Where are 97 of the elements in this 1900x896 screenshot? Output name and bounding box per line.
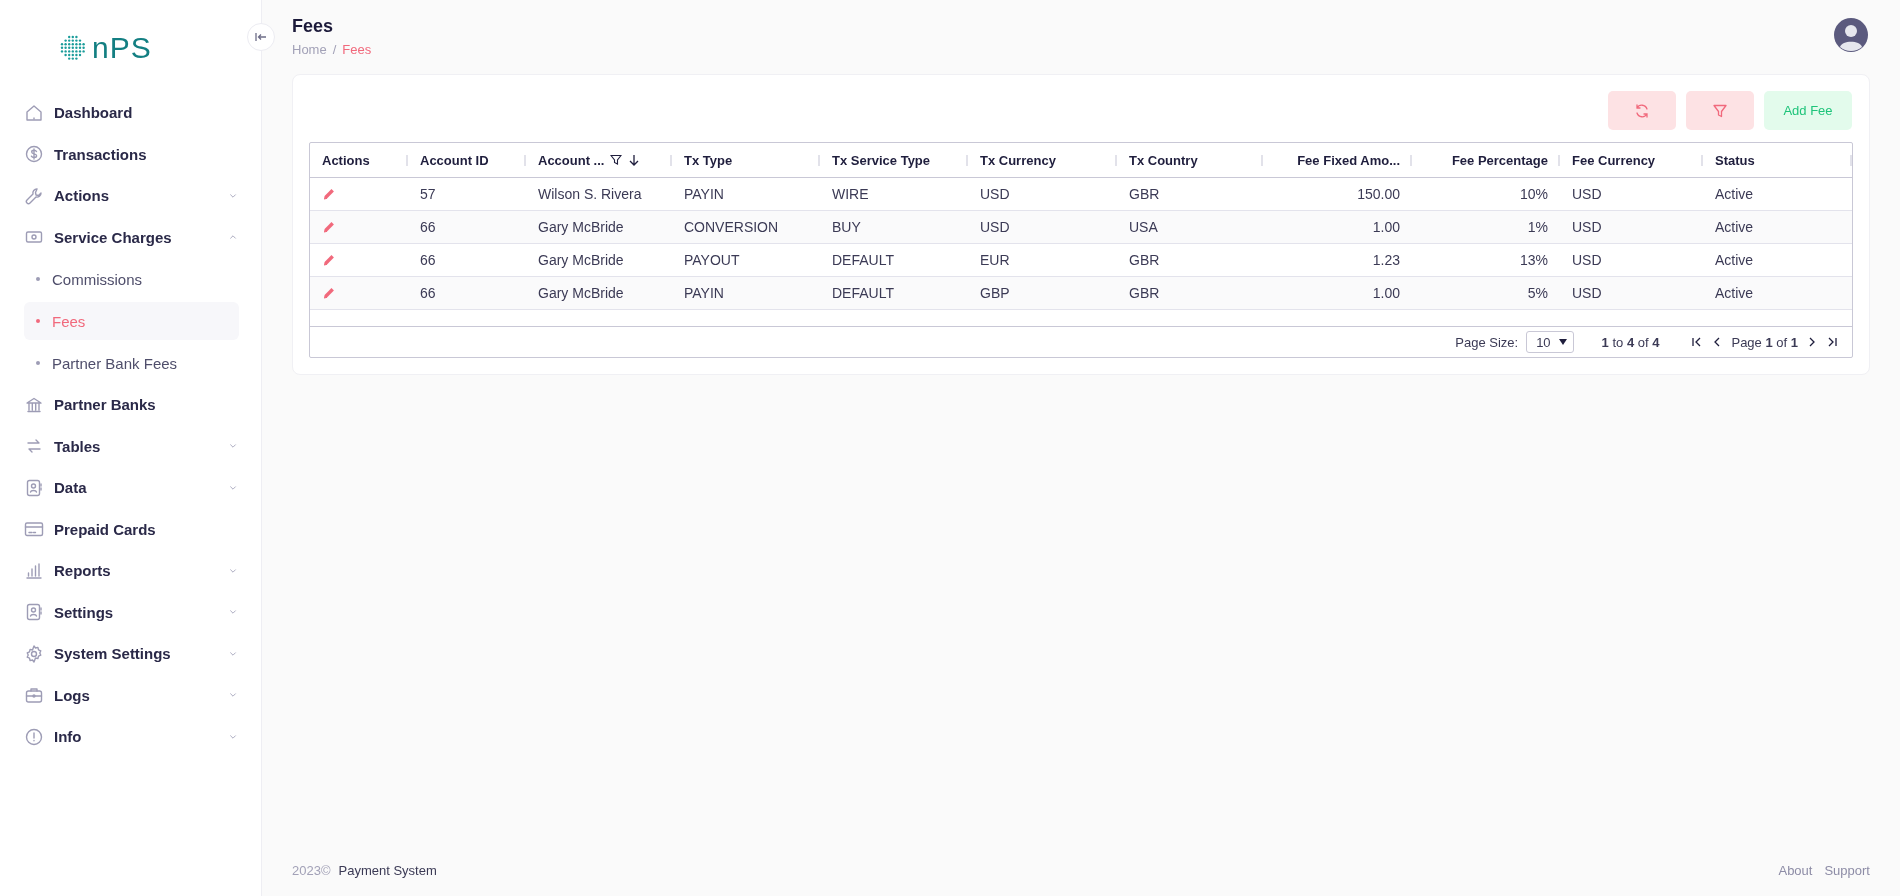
- sidebar-item[interactable]: Tables: [24, 425, 239, 467]
- page-title: Fees: [292, 16, 335, 37]
- table-cell-text: Gary McBride: [537, 218, 625, 237]
- column-header[interactable]: Account ID: [408, 143, 526, 177]
- table-cell-text: WIRE: [831, 185, 870, 204]
- table-cell-text: 1.00: [1371, 284, 1401, 303]
- refresh-icon[interactable]: [1634, 102, 1650, 119]
- briefcase-icon: [24, 685, 44, 706]
- settings-icon: [24, 643, 44, 664]
- table-cell-text: USD: [979, 185, 1011, 204]
- table-cell-text: Gary McBride: [537, 251, 625, 270]
- sidebar-item[interactable]: System Settings: [24, 633, 239, 675]
- page-size-select[interactable]: 10: [1526, 331, 1574, 353]
- column-header[interactable]: Fee Percentage: [1412, 143, 1560, 177]
- dot-grid-logo-icon: [60, 35, 86, 61]
- sidebar-subitem[interactable]: Commissions: [24, 260, 239, 298]
- copyright-year: 2023©: [292, 862, 331, 878]
- column-header[interactable]: Account ...: [526, 143, 672, 177]
- collapse-sidebar-button[interactable]: [247, 23, 275, 51]
- page-indicator: Page 1 of 1: [1731, 334, 1798, 350]
- company-name: Payment System: [338, 862, 437, 878]
- table-cell-text: 1%: [1526, 218, 1549, 237]
- sidebar-item[interactable]: Service Charges: [24, 216, 239, 258]
- wrench-icon: [24, 185, 44, 206]
- table-cell-text: 66: [419, 251, 437, 270]
- sidebar-item[interactable]: Partner Banks: [24, 384, 239, 426]
- sidebar-item[interactable]: Actions: [24, 175, 239, 217]
- table-cell-text: USD: [1571, 185, 1603, 204]
- caret-down-icon[interactable]: [1558, 339, 1567, 345]
- column-header[interactable]: Tx Country: [1117, 143, 1263, 177]
- table-cell-text: 66: [419, 284, 437, 303]
- table-cell-text: Active: [1714, 284, 1755, 303]
- table-cell-text: Active: [1714, 185, 1755, 204]
- breadcrumb-separator: /: [332, 42, 337, 57]
- table-cell-text: USD: [1571, 284, 1603, 303]
- last-page-button[interactable]: [1826, 336, 1838, 348]
- sidebar-subitem[interactable]: Partner Bank Fees: [24, 344, 239, 382]
- table-cell-text: PAYOUT: [683, 251, 741, 270]
- table-cell-text: 1.23: [1371, 251, 1401, 270]
- sort-down-icon[interactable]: [628, 154, 641, 166]
- logo-text: nPS: [92, 31, 152, 65]
- column-header[interactable]: Tx Type: [672, 143, 820, 177]
- table-cell-text: 150.00: [1356, 185, 1401, 204]
- table-cell-text: BUY: [831, 218, 862, 237]
- sidebar-item[interactable]: Info: [24, 716, 239, 758]
- avatar-icon[interactable]: [1834, 18, 1868, 52]
- table-cell-text: DEFAULT: [831, 284, 895, 303]
- filter-icon[interactable]: [610, 154, 623, 166]
- column-header[interactable]: Actions: [310, 143, 408, 177]
- column-header[interactable]: Tx Service Type: [820, 143, 968, 177]
- table-cell-text: PAYIN: [683, 284, 725, 303]
- contact-card-icon: [24, 477, 44, 498]
- table-cell-text: Active: [1714, 218, 1755, 237]
- table-cell-text: 10%: [1518, 185, 1549, 204]
- column-header[interactable]: Fee Currency: [1560, 143, 1703, 177]
- table-cell-text: Active: [1714, 251, 1755, 270]
- table-cell-text: GBR: [1128, 185, 1161, 204]
- sidebar-item[interactable]: Transactions: [24, 133, 239, 175]
- table-cell-text: DEFAULT: [831, 251, 895, 270]
- column-header[interactable]: Tx Currency: [968, 143, 1117, 177]
- table-cell-text: CONVERSION: [683, 218, 780, 237]
- table-cell-text: GBR: [1128, 251, 1161, 270]
- column-header[interactable]: Status: [1703, 143, 1852, 177]
- edit-button[interactable]: [322, 253, 336, 267]
- column-header[interactable]: Fee Fixed Amo...: [1263, 143, 1412, 177]
- contact-card-icon: [24, 602, 44, 623]
- table-cell-text: PAYIN: [683, 185, 725, 204]
- table-cell-text: 13%: [1518, 251, 1549, 270]
- table-cell-text: Wilson S. Rivera: [537, 185, 643, 204]
- row-range-text: 1 to 4 of 4: [1601, 334, 1660, 350]
- table-cell-text: USD: [1571, 251, 1603, 270]
- sidebar-item[interactable]: Settings: [24, 591, 239, 633]
- table-cell-text: GBR: [1128, 284, 1161, 303]
- page-size-label: Page Size:: [1455, 334, 1519, 350]
- collapse-arrow-icon[interactable]: [255, 31, 267, 43]
- dollar-circle-icon: [24, 144, 44, 165]
- edit-button[interactable]: [322, 187, 336, 201]
- info-circle-icon: [24, 726, 44, 747]
- table-cell-text: USD: [1571, 218, 1603, 237]
- table-cell-text: USA: [1128, 218, 1159, 237]
- table-cell-text: GBP: [979, 284, 1011, 303]
- home-icon: [24, 102, 44, 123]
- bar-chart-icon: [24, 560, 44, 581]
- table-cell-text: USD: [979, 218, 1011, 237]
- sidebar-item[interactable]: Reports: [24, 550, 239, 592]
- sidebar-item[interactable]: Dashboard: [24, 92, 239, 134]
- edit-button[interactable]: [322, 286, 336, 300]
- edit-button[interactable]: [322, 220, 336, 234]
- table-cell-text: 57: [419, 185, 437, 204]
- sidebar-item[interactable]: Prepaid Cards: [24, 508, 239, 550]
- table-cell-text: 1.00: [1371, 218, 1401, 237]
- sidebar-item[interactable]: Data: [24, 467, 239, 509]
- table-cell-text: EUR: [979, 251, 1011, 270]
- table-cell-text: 66: [419, 218, 437, 237]
- table-cell-text: Gary McBride: [537, 284, 625, 303]
- table-cell-text: 5%: [1526, 284, 1549, 303]
- sidebar-item[interactable]: Logs: [24, 674, 239, 716]
